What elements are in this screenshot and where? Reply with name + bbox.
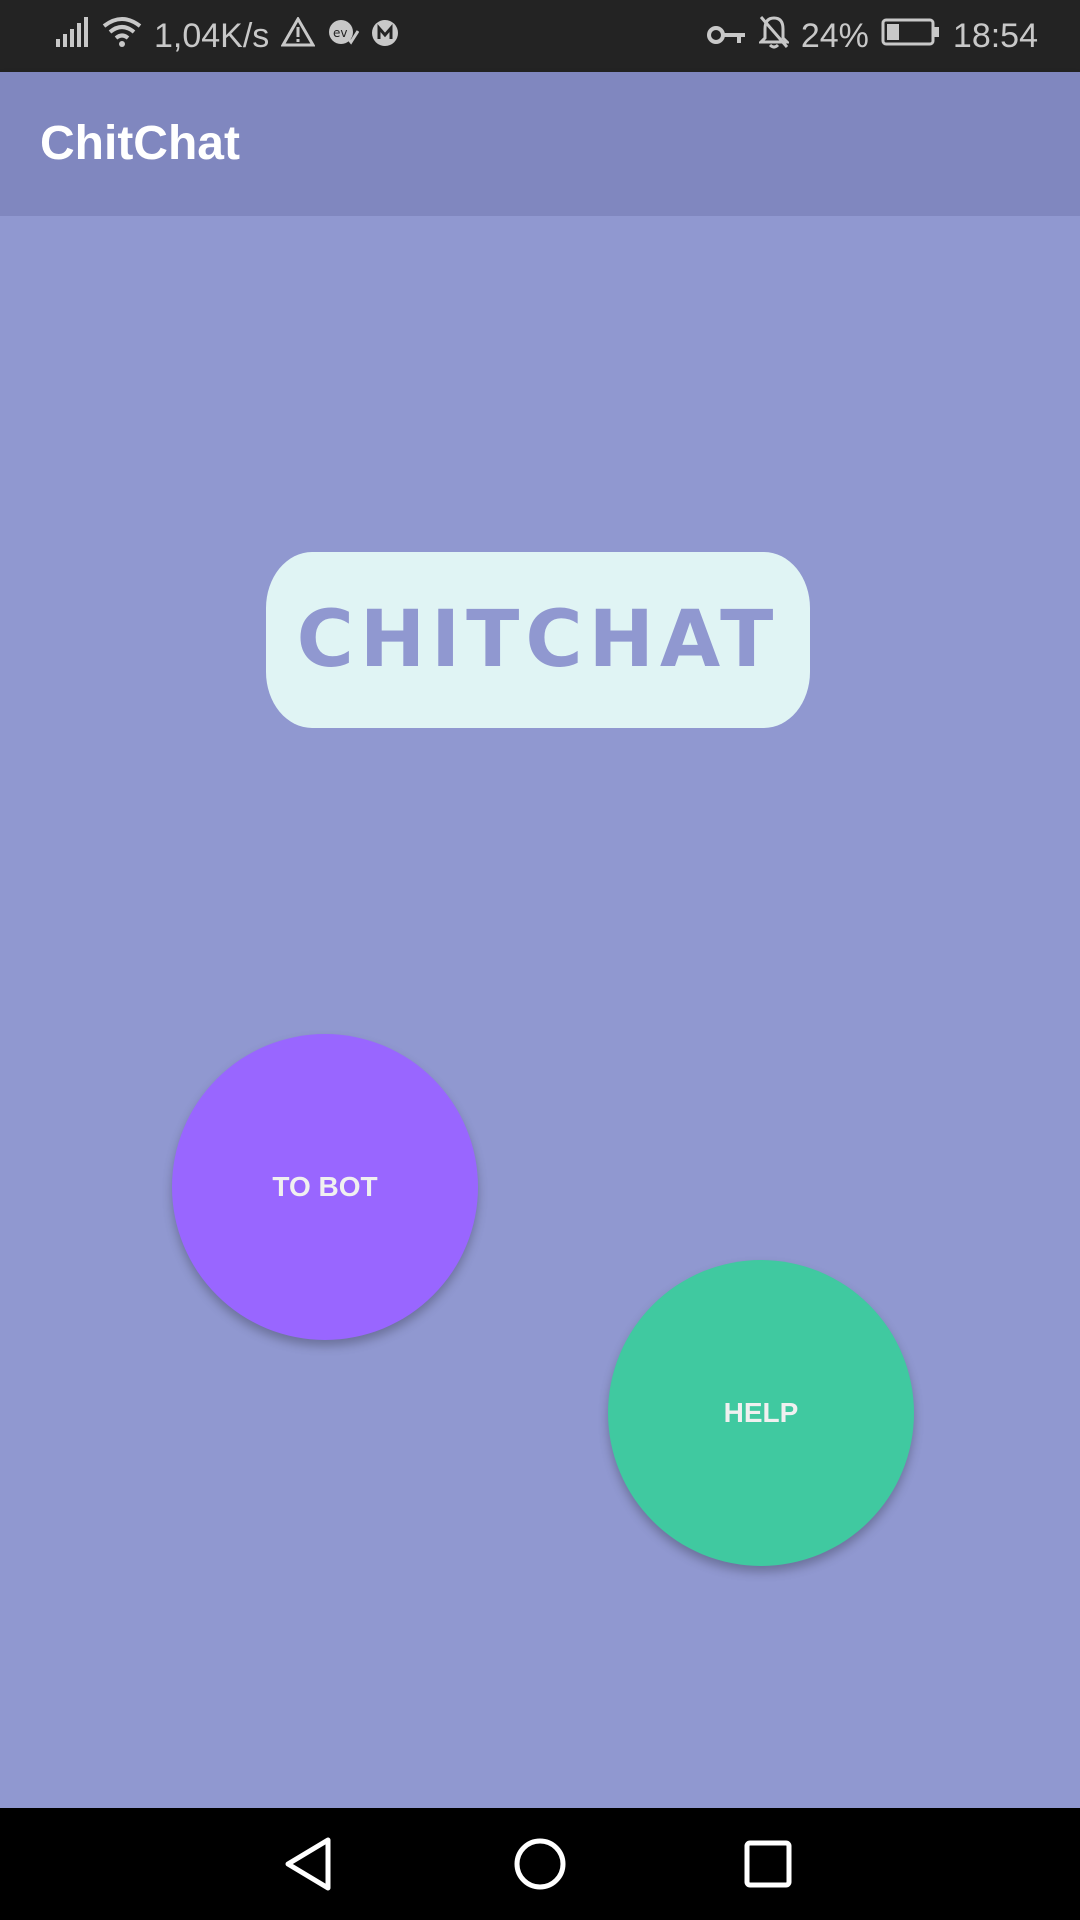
back-icon[interactable] (276, 1832, 340, 1896)
key-icon (706, 17, 747, 56)
status-bar: 1,04K/s ev 24% 18:54 (0, 0, 1080, 72)
app-bar: ChitChat (0, 72, 1080, 216)
status-left: 1,04K/s ev (56, 0, 411, 72)
chitchat-logo: CHITCHAT (266, 552, 810, 728)
to-bot-button[interactable]: TO BOT (172, 1034, 478, 1340)
clock: 18:54 (952, 16, 1038, 55)
help-button[interactable]: HELP (608, 1260, 914, 1566)
network-speed: 1,04K/s (154, 16, 270, 55)
battery-percent: 24% (800, 16, 869, 55)
battery-icon (881, 17, 941, 56)
svg-text:ev: ev (333, 26, 347, 40)
warning-icon (280, 15, 316, 56)
logo-text: CHITCHAT (296, 595, 780, 685)
to-bot-label: TO BOT (272, 1171, 378, 1202)
main-content: CHITCHAT TO BOT HELP (0, 216, 1080, 1808)
recents-icon[interactable] (736, 1832, 800, 1896)
home-icon[interactable] (508, 1832, 572, 1896)
signal-icon (56, 16, 90, 56)
vpn-app-icon: ev (327, 17, 360, 56)
m-app-icon (371, 17, 399, 56)
app-title: ChitChat (40, 117, 240, 170)
wifi-icon (102, 16, 142, 57)
status-right: 24% 18:54 (706, 0, 1038, 72)
notifications-off-icon (757, 15, 791, 58)
navigation-bar (0, 1808, 1080, 1920)
help-label: HELP (723, 1397, 799, 1428)
